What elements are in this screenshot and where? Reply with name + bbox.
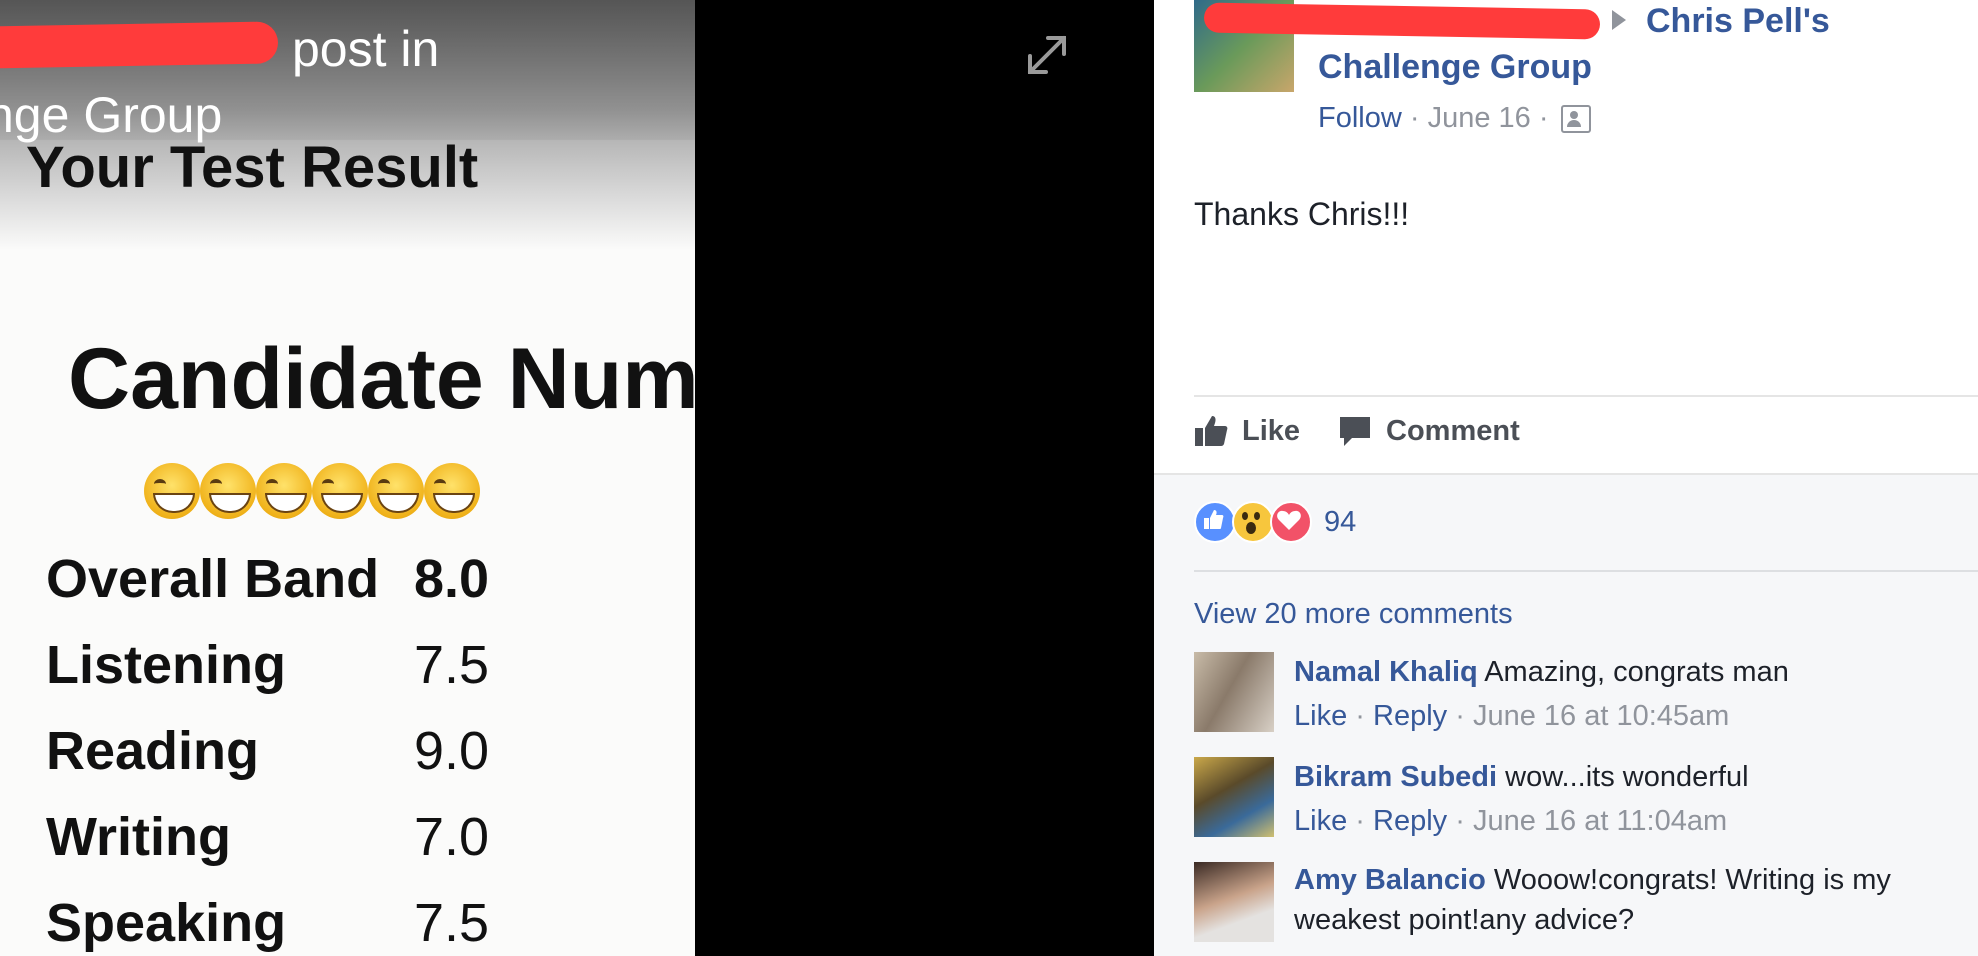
comment: Bikram Subedi wow...its wonderful Like ·…: [1194, 757, 1978, 841]
view-more-comments-link[interactable]: View 20 more comments: [1194, 598, 1513, 631]
commenter-avatar[interactable]: [1194, 652, 1274, 732]
commenter-avatar[interactable]: [1194, 862, 1274, 942]
grinning-face-icon: [424, 463, 480, 519]
meta-separator: ·: [1455, 700, 1465, 732]
comment-reply-link[interactable]: Reply: [1373, 805, 1447, 837]
commenter-avatar[interactable]: [1194, 757, 1274, 837]
grinning-face-icon: [256, 463, 312, 519]
score-value: 7.0: [414, 807, 490, 867]
post-meta: Follow · June 16 ·: [1318, 102, 1591, 135]
reaction-summary[interactable]: 94: [1194, 501, 1356, 543]
post-photo[interactable]: Your Test Result post in nge Group Candi…: [0, 0, 695, 956]
meta-separator: ·: [1530, 102, 1557, 134]
comment-meta: Like · Reply · June 16 at 10:45am: [1294, 696, 1974, 736]
group-audience-icon[interactable]: [1560, 105, 1591, 134]
meta-separator: ·: [1355, 700, 1365, 732]
divider: [1194, 395, 1978, 397]
grinning-face-icon: [368, 463, 424, 519]
divider: [1154, 473, 1978, 475]
post-date[interactable]: June 16: [1428, 102, 1531, 134]
divider: [1194, 570, 1978, 572]
meta-separator: ·: [1355, 805, 1365, 837]
photo-viewer-background: [695, 0, 1154, 956]
grinning-face-icon: [200, 463, 256, 519]
score-row-speaking: Speaking 7.5: [46, 892, 526, 956]
score-value: 7.5: [414, 635, 490, 695]
meta-separator: ·: [1401, 102, 1428, 134]
comment-body: Namal Khaliq Amazing, congrats man Like …: [1294, 652, 1974, 736]
score-row-reading: Reading 9.0: [46, 720, 526, 790]
comment-text: wow...its wonderful: [1505, 761, 1749, 793]
group-link-continued[interactable]: Challenge Group: [1318, 48, 1592, 87]
comment: Namal Khaliq Amazing, congrats man Like …: [1194, 652, 1978, 736]
score-value: 7.5: [414, 893, 490, 953]
expand-icon[interactable]: [1022, 30, 1072, 80]
candidate-number-label: Candidate Num: [68, 331, 695, 427]
comment-body: Bikram Subedi wow...its wonderful Like ·…: [1294, 757, 1974, 841]
comment-like-link[interactable]: Like: [1294, 700, 1347, 732]
thumbs-up-icon: [1195, 416, 1228, 446]
score-name: Reading: [46, 721, 260, 781]
score-row-writing: Writing 7.0: [46, 806, 526, 876]
photo-title: Your Test Result: [26, 135, 479, 200]
score-row-listening: Listening 7.5: [46, 634, 526, 704]
like-reaction-icon: [1194, 501, 1236, 543]
caption-line-2: nge Group: [0, 87, 223, 143]
like-button[interactable]: Like: [1194, 414, 1300, 448]
comment-author[interactable]: Namal Khaliq: [1294, 656, 1478, 688]
grinning-face-icon: [144, 463, 200, 519]
score-name: Writing: [46, 807, 231, 867]
comment-body: Amy Balancio Wooow!congrats! Writing is …: [1294, 860, 1954, 940]
grinning-face-icon: [312, 463, 368, 519]
score-value: 8.0: [414, 549, 490, 609]
follow-link[interactable]: Follow: [1318, 102, 1402, 134]
score-name: Speaking: [46, 893, 287, 953]
love-reaction-icon: [1270, 501, 1312, 543]
comment-bubble-icon: [1340, 417, 1370, 446]
score-value: 9.0: [414, 721, 490, 781]
redaction-mark: [0, 21, 279, 69]
comment-label: Comment: [1386, 414, 1520, 447]
score-name: Listening: [46, 635, 286, 695]
score-name: Overall Band: [46, 549, 380, 609]
comment-meta: Like · Reply · June 16 at 11:04am: [1294, 801, 1974, 841]
comment: Amy Balancio Wooow!congrats! Writing is …: [1194, 862, 1978, 956]
meta-separator: ·: [1455, 805, 1465, 837]
post-text: Thanks Chris!!!: [1194, 196, 1410, 232]
group-link[interactable]: Chris Pell's: [1646, 2, 1830, 41]
caption-line-1: post in: [292, 21, 440, 77]
wow-reaction-icon: [1232, 501, 1274, 543]
comment-author[interactable]: Bikram Subedi: [1294, 761, 1497, 793]
reaction-count[interactable]: 94: [1324, 506, 1356, 539]
comment-button[interactable]: Comment: [1338, 414, 1520, 448]
triangle-right-icon: [1612, 10, 1626, 30]
comment-like-link[interactable]: Like: [1294, 805, 1347, 837]
comment-time[interactable]: June 16 at 10:45am: [1473, 700, 1729, 732]
emoji-row: [144, 463, 480, 519]
like-label: Like: [1242, 414, 1301, 447]
score-row-overall: Overall Band 8.0: [46, 548, 526, 618]
comment-reply-link[interactable]: Reply: [1373, 700, 1447, 732]
comment-author[interactable]: Amy Balancio: [1294, 864, 1486, 896]
comment-time[interactable]: June 16 at 11:04am: [1473, 805, 1727, 837]
comment-text: Amazing, congrats man: [1484, 656, 1789, 688]
